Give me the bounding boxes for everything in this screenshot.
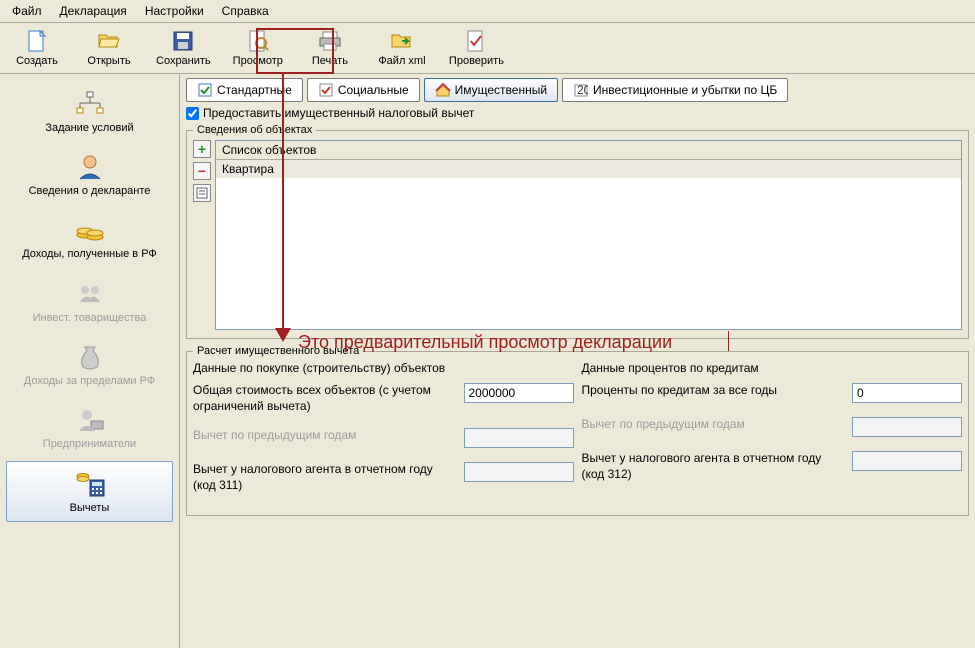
calculation-fieldset: Расчет имущественного вычета Данные по п… <box>186 345 969 516</box>
print-button[interactable]: Печать <box>295 27 365 69</box>
agent312-label: Вычет у налогового агента в отчетном год… <box>582 451 845 482</box>
checkbox-icon <box>197 82 213 98</box>
sidebar-item-conditions[interactable]: Задание условий <box>6 82 173 141</box>
tab-invest-loss[interactable]: 20 Инвестиционные и убытки по ЦБ <box>562 78 788 102</box>
agent312-input <box>852 451 962 471</box>
tab-property[interactable]: Имущественный <box>424 78 558 102</box>
money-bag-icon <box>74 341 106 373</box>
content: Стандартные Социальные Имущественный 20 … <box>180 74 975 648</box>
tab-social[interactable]: Социальные <box>307 78 420 102</box>
menu-help[interactable]: Справка <box>214 2 277 20</box>
sidebar-item-entrepreneurs: Предприниматели <box>6 398 173 457</box>
tab-strip: Стандартные Социальные Имущественный 20 … <box>186 78 969 102</box>
list-item[interactable]: Квартира <box>216 160 961 178</box>
interest-input[interactable] <box>852 383 962 403</box>
handshake-icon <box>74 278 106 310</box>
objects-list-header: Список объектов <box>216 141 961 160</box>
total-cost-label: Общая стоимость всех объектов (с учетом … <box>193 383 456 414</box>
total-cost-input[interactable] <box>464 383 574 403</box>
preview-button[interactable]: Просмотр <box>223 27 293 69</box>
interest-column: Данные процентов по кредитам Проценты по… <box>582 361 963 507</box>
menu-file[interactable]: Файл <box>4 2 50 20</box>
tree-icon <box>74 88 106 120</box>
save-button[interactable]: Сохранить <box>146 27 221 69</box>
page-check-icon <box>464 29 488 53</box>
person-icon <box>74 151 106 183</box>
provide-deduction-label: Предоставить имущественный налоговый выч… <box>203 106 474 120</box>
menubar: Файл Декларация Настройки Справка <box>0 0 975 23</box>
xml-button[interactable]: Файл xml <box>367 27 437 69</box>
provide-deduction-checkbox[interactable] <box>186 107 199 120</box>
provide-deduction-row: Предоставить имущественный налоговый выч… <box>186 106 969 120</box>
new-file-icon <box>25 29 49 53</box>
menu-settings[interactable]: Настройки <box>137 2 212 20</box>
calendar-icon: 20 <box>573 82 589 98</box>
calculator-coins-icon <box>74 468 106 500</box>
agent311-label: Вычет у налогового агента в отчетном год… <box>193 462 456 493</box>
check-button[interactable]: Проверить <box>439 27 514 69</box>
prev-deduction-right-label: Вычет по предыдущим годам <box>582 417 845 433</box>
menu-declaration[interactable]: Декларация <box>52 2 135 20</box>
sidebar-item-income-rf[interactable]: Доходы, полученные в РФ <box>6 208 173 267</box>
prev-deduction-left-label: Вычет по предыдущим годам <box>193 428 456 444</box>
objects-fieldset: Сведения об объектах + − Список объектов… <box>186 124 969 339</box>
interest-head: Данные процентов по кредитам <box>582 361 963 375</box>
house-icon <box>435 82 451 98</box>
magnifier-page-icon <box>246 29 270 53</box>
create-button[interactable]: Создать <box>2 27 72 69</box>
prev-deduction-left-input <box>464 428 574 448</box>
remove-object-button[interactable]: − <box>193 162 211 180</box>
sidebar-item-invest: Инвест. товарищества <box>6 272 173 331</box>
add-object-button[interactable]: + <box>193 140 211 158</box>
agent311-input <box>464 462 574 482</box>
open-button[interactable]: Открыть <box>74 27 144 69</box>
edit-object-button[interactable] <box>193 184 211 202</box>
calculation-legend: Расчет имущественного вычета <box>193 345 363 357</box>
coins-icon <box>74 214 106 246</box>
objects-legend: Сведения об объектах <box>193 124 316 136</box>
toolbar: Создать Открыть Сохранить Просмотр Печат… <box>0 23 975 74</box>
briefcase-person-icon <box>74 404 106 436</box>
sidebar-item-deductions[interactable]: Вычеты <box>6 461 173 522</box>
sidebar-item-declarant[interactable]: Сведения о декларанте <box>6 145 173 204</box>
folder-open-icon <box>97 29 121 53</box>
tab-standard[interactable]: Стандартные <box>186 78 303 102</box>
prev-deduction-right-input <box>852 417 962 437</box>
sidebar-item-income-abroad: Доходы за пределами РФ <box>6 335 173 394</box>
objects-list[interactable]: Список объектов Квартира <box>215 140 962 330</box>
interest-label: Проценты по кредитам за все годы <box>582 383 845 399</box>
purchase-head: Данные по покупке (строительству) объект… <box>193 361 574 375</box>
object-buttons: + − <box>193 140 211 202</box>
checkbox-red-icon <box>318 82 334 98</box>
purchase-column: Данные по покупке (строительству) объект… <box>193 361 574 507</box>
sidebar: Задание условий Сведения о декларанте До… <box>0 74 180 648</box>
svg-text:20: 20 <box>577 83 588 97</box>
folder-arrow-icon <box>390 29 414 53</box>
floppy-disk-icon <box>171 29 195 53</box>
printer-icon <box>318 29 342 53</box>
